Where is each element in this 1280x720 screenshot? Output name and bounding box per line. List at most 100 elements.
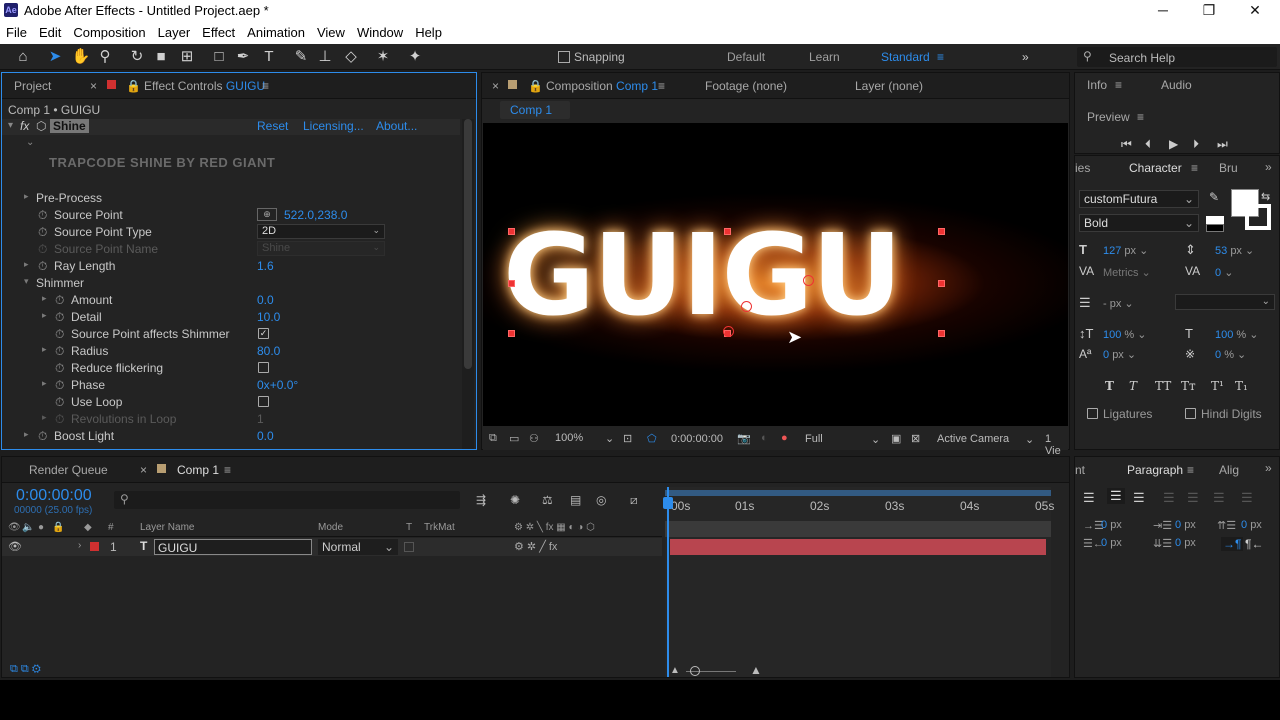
font-style-dropdown[interactable]: Bold ⌄ bbox=[1079, 214, 1199, 232]
subscript-icon[interactable]: T₁ bbox=[1235, 379, 1248, 393]
close-tab-icon[interactable]: × bbox=[492, 79, 499, 93]
menu-file[interactable]: File bbox=[0, 22, 33, 40]
table-row[interactable]: 👁 › 1 T GUIGU Normal ⌄ ⚙ ✲ ╱ fx bbox=[2, 538, 662, 556]
snapping-checkbox[interactable] bbox=[558, 51, 570, 63]
camera-tool-icon[interactable]: ■ bbox=[150, 47, 172, 67]
about-link[interactable]: About... bbox=[376, 119, 417, 133]
tab-comp-1[interactable]: Comp 1 bbox=[177, 463, 219, 477]
menu-layer[interactable]: Layer bbox=[152, 22, 197, 40]
menu-window[interactable]: Window bbox=[351, 22, 409, 40]
reduce-flickering-checkbox[interactable] bbox=[258, 362, 269, 373]
vertical-scale-value[interactable]: 100 % ⌄ bbox=[1103, 328, 1146, 341]
pan-behind-tool-icon[interactable]: ⊞ bbox=[176, 47, 198, 67]
tab-composition[interactable]: Composition Comp 1 bbox=[546, 79, 658, 93]
workspace-menu-icon[interactable]: ≡ bbox=[937, 50, 944, 64]
rtl-direction-icon[interactable]: ¶← bbox=[1245, 537, 1263, 551]
zoom-tool-icon[interactable]: ⚲ bbox=[94, 47, 116, 67]
crosshair-icon[interactable]: ⊕ bbox=[257, 208, 277, 221]
faux-italic-icon[interactable]: T bbox=[1129, 379, 1137, 393]
close-tab-icon[interactable]: × bbox=[90, 79, 97, 93]
lock-switch-icon[interactable]: 🔒 bbox=[52, 522, 64, 533]
indent-right-value[interactable]: 0 px bbox=[1101, 537, 1122, 549]
indent-left-value[interactable]: 0 px bbox=[1101, 519, 1122, 531]
align-left-icon[interactable]: ☰ bbox=[1083, 490, 1095, 506]
collapse-icon[interactable]: ▾ bbox=[8, 120, 13, 131]
comp-breadcrumb-tab[interactable]: Comp 1 bbox=[500, 101, 570, 119]
prop-phase[interactable]: ▸ ⏱ Phase 0x+0.0° bbox=[2, 377, 460, 394]
transparency-grid-icon[interactable]: ⊠ bbox=[911, 432, 920, 445]
tab-info[interactable]: Info bbox=[1087, 78, 1107, 92]
prev-frame-icon[interactable]: ⏴ bbox=[1145, 137, 1151, 152]
justify-left-icon[interactable]: ☰ bbox=[1163, 490, 1175, 506]
workspace-default[interactable]: Default bbox=[727, 50, 765, 64]
timeline-area[interactable]: 00s 01s 02s 03s 04s 05s bbox=[663, 487, 1054, 677]
effect-name[interactable]: Shine bbox=[50, 119, 89, 133]
more-workspaces-icon[interactable]: » bbox=[1022, 50, 1029, 64]
hand-tool-icon[interactable]: ✋ bbox=[70, 47, 92, 67]
font-family-dropdown[interactable]: customFutura ⌄ bbox=[1079, 190, 1199, 208]
last-frame-icon[interactable]: ⏭ bbox=[1217, 137, 1228, 152]
transform-handle[interactable] bbox=[508, 280, 515, 287]
zoom-out-icon[interactable]: ▲ bbox=[670, 665, 680, 676]
indent-first-value[interactable]: 0 px bbox=[1175, 519, 1196, 531]
more-panels-icon[interactable]: » bbox=[1265, 461, 1272, 475]
comp-text-layer[interactable]: GUIGU bbox=[503, 211, 902, 341]
close-icon[interactable]: ✕ bbox=[1240, 2, 1270, 19]
tab-brushes[interactable]: Bru bbox=[1219, 161, 1238, 175]
tab-fonts[interactable]: nt bbox=[1075, 463, 1085, 477]
tab-footage[interactable]: Footage (none) bbox=[705, 79, 787, 93]
tab-properties[interactable]: ies bbox=[1075, 161, 1090, 175]
space-before-value[interactable]: 0 px bbox=[1241, 519, 1262, 531]
label-column-icon[interactable]: ◆ bbox=[84, 522, 92, 533]
prop-amount[interactable]: ▸ ⏱ Amount 0.0 bbox=[2, 292, 460, 309]
superscript-icon[interactable]: T¹ bbox=[1211, 379, 1224, 393]
rotate-tool-icon[interactable]: ↻ bbox=[126, 47, 148, 67]
monitor-icon[interactable]: ▭ bbox=[509, 432, 519, 445]
panel-menu-icon[interactable]: ≡ bbox=[262, 79, 269, 93]
selection-tool-icon[interactable]: ➤ bbox=[44, 47, 66, 67]
tab-character[interactable]: Character bbox=[1129, 161, 1182, 175]
transform-handle[interactable] bbox=[508, 330, 515, 337]
close-tab-icon[interactable]: × bbox=[140, 463, 147, 477]
tab-render-queue[interactable]: Render Queue bbox=[29, 463, 108, 477]
color-channels-icon[interactable]: ● bbox=[781, 432, 788, 444]
col-number[interactable]: # bbox=[108, 522, 114, 533]
horizontal-scale-value[interactable]: 100 % ⌄ bbox=[1215, 328, 1258, 341]
preserve-transparency-checkbox[interactable] bbox=[404, 542, 414, 552]
snapshot-icon[interactable]: 📷 bbox=[737, 432, 751, 445]
prop-boost-light[interactable]: ▸ ⏱ Boost Light 0.0 bbox=[2, 428, 460, 445]
tsume-value[interactable]: 0 % ⌄ bbox=[1215, 348, 1246, 361]
menu-help[interactable]: Help bbox=[409, 22, 448, 40]
maximize-icon[interactable]: ❐ bbox=[1194, 2, 1224, 19]
scrollbar-track[interactable] bbox=[462, 119, 474, 449]
comp-flowchart-icon[interactable]: ⇶ bbox=[476, 493, 486, 507]
play-icon[interactable]: ▶ bbox=[1169, 137, 1178, 151]
transform-handle[interactable] bbox=[938, 330, 945, 337]
zoom-in-icon[interactable]: ▲ bbox=[750, 663, 762, 677]
comp-viewer[interactable]: GUIGU ➤ bbox=[483, 123, 1068, 426]
type-tool-icon[interactable]: T bbox=[258, 47, 280, 67]
ligatures-checkbox[interactable] bbox=[1087, 408, 1098, 419]
col-t[interactable]: T bbox=[406, 522, 412, 533]
prop-ray-length[interactable]: ▸ ⏱ Ray Length 1.6 bbox=[2, 258, 460, 275]
spas-checkbox[interactable]: ✓ bbox=[258, 328, 269, 339]
blend-mode-dropdown[interactable]: Normal ⌄ bbox=[318, 539, 398, 555]
mask-visibility-icon[interactable]: ⚇ bbox=[529, 432, 539, 445]
transform-handle[interactable] bbox=[938, 228, 945, 235]
viewer-timecode[interactable]: 0:00:00:00 bbox=[671, 433, 723, 445]
views-dropdown[interactable]: 1 Vie bbox=[1045, 433, 1068, 457]
transform-handle[interactable] bbox=[724, 228, 731, 235]
frame-blending-icon[interactable]: ▤ bbox=[570, 493, 581, 507]
kerning-value[interactable]: Metrics ⌄ bbox=[1103, 266, 1151, 279]
source-point-type-dropdown[interactable]: 2D ⌄ bbox=[257, 224, 385, 239]
menu-edit[interactable]: Edit bbox=[33, 22, 67, 40]
stroke-type-dropdown[interactable]: ⌄ bbox=[1175, 294, 1275, 310]
eraser-tool-icon[interactable]: ◇ bbox=[340, 47, 362, 67]
faux-bold-icon[interactable]: T bbox=[1105, 379, 1114, 393]
eyedropper-icon[interactable]: ✎ bbox=[1209, 190, 1219, 204]
prop-shimmer[interactable]: ▾ Shimmer bbox=[2, 275, 460, 292]
panel-menu-icon[interactable]: ≡ bbox=[658, 79, 665, 93]
audio-switch-icon[interactable]: 🔈 bbox=[22, 522, 34, 533]
menu-composition[interactable]: Composition bbox=[67, 22, 151, 40]
layer-label-swatch[interactable] bbox=[90, 542, 99, 551]
